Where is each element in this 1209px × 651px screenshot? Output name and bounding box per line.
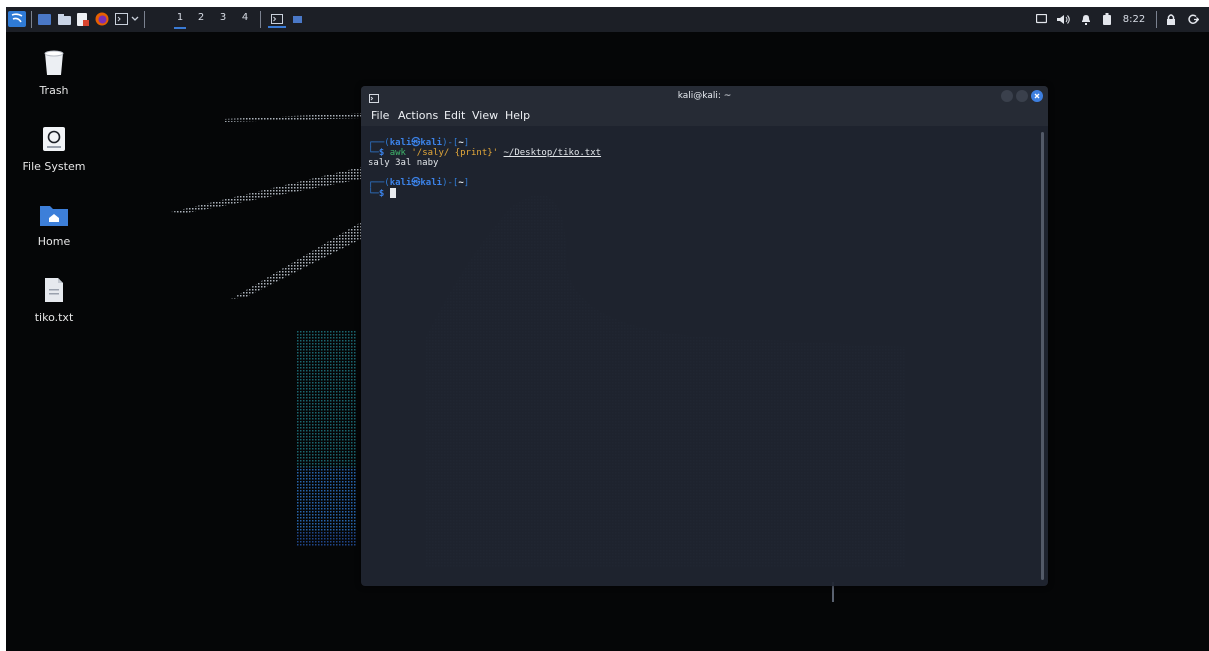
clock[interactable]: 8:22 [1120, 11, 1148, 27]
kali-menu-icon[interactable] [8, 11, 26, 27]
launcher-dropdown-chevron-icon[interactable] [130, 11, 140, 27]
workspace-4[interactable]: 4 [239, 12, 251, 23]
workspace-2[interactable]: 2 [195, 12, 207, 23]
taskbar-window-icon[interactable] [290, 11, 304, 27]
terminal-window[interactable]: kali@kali: ~ File Actions Edit View Help… [361, 86, 1048, 586]
notification-bell-icon[interactable] [1079, 11, 1093, 27]
file-manager-icon[interactable] [56, 11, 72, 27]
prompt-host: kali [420, 138, 443, 148]
command-name: awk [389, 148, 406, 158]
command-output: saly 3al naby [368, 158, 439, 168]
terminal-titlebar[interactable]: kali@kali: ~ [361, 86, 1048, 106]
desktop-icon-label: tiko.txt [34, 311, 74, 324]
desktop-icon-label: File System [22, 160, 86, 173]
command-path: ~/Desktop/tiko.txt [503, 148, 602, 158]
maximize-button[interactable] [1016, 90, 1028, 102]
menu-view[interactable]: View [472, 109, 498, 122]
terminal-scrollbar[interactable] [1041, 132, 1044, 580]
workspace-3[interactable]: 3 [217, 12, 229, 23]
desktop-icon-home[interactable]: Home [6, 203, 102, 248]
volume-icon[interactable] [1056, 11, 1072, 27]
logout-icon[interactable] [1186, 11, 1200, 27]
terminal-cursor [389, 188, 396, 198]
prompt-user: kali [389, 138, 412, 148]
menu-edit[interactable]: Edit [444, 109, 465, 122]
trash-icon [41, 50, 67, 76]
close-icon [1034, 93, 1040, 99]
command-argument: '/saly/ {print}' [411, 148, 499, 158]
firefox-icon[interactable] [94, 11, 110, 27]
text-file-icon [44, 277, 64, 303]
terminal-output[interactable]: ┌──(kali㉿kali)-[~] └─$ awk '/saly/ {prin… [368, 138, 601, 199]
terminal-launcher-icon[interactable] [113, 11, 129, 27]
menu-file[interactable]: File [371, 109, 389, 122]
display-icon[interactable] [1034, 11, 1048, 27]
terminal-menubar: File Actions Edit View Help [361, 106, 1048, 126]
prompt-frame-top: ┌──( [368, 138, 390, 148]
battery-icon[interactable] [1100, 11, 1114, 27]
lock-screen-icon[interactable] [1164, 11, 1178, 27]
menu-help[interactable]: Help [505, 109, 530, 122]
desktop-icon-file-system[interactable]: File System [6, 126, 102, 173]
terminal-title: kali@kali: ~ [677, 91, 732, 101]
desktop-icon-label: Home [37, 235, 71, 248]
desktop-icon-trash[interactable]: Trash [6, 50, 102, 97]
top-panel: 1 2 3 4 8:22 [6, 7, 1209, 32]
taskbar-terminal-window-icon[interactable] [268, 11, 286, 28]
prompt-frame-bottom: └─ [368, 148, 379, 158]
desktop: 1 2 3 4 8:22 Trash File System Home tiko… [6, 7, 1209, 651]
text-editor-icon[interactable] [75, 11, 91, 27]
show-desktop-icon[interactable] [36, 11, 52, 27]
close-button[interactable] [1031, 90, 1043, 102]
hard-drive-icon [42, 126, 66, 152]
home-folder-icon [39, 203, 69, 227]
menu-actions[interactable]: Actions [398, 109, 438, 122]
workspace-1[interactable]: 1 [174, 12, 186, 29]
screen: 1 2 3 4 8:22 Trash File System Home tiko… [0, 0, 1209, 651]
desktop-icon-tiko-txt[interactable]: tiko.txt [6, 277, 102, 324]
desktop-icon-label: Trash [39, 84, 69, 97]
minimize-button[interactable] [1001, 90, 1013, 102]
